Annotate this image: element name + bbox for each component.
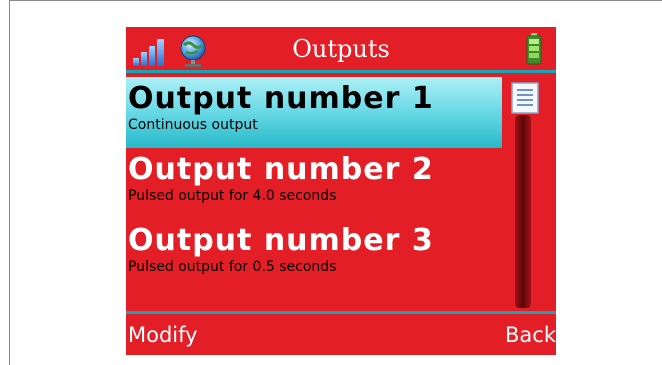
scroll-thumb-icon[interactable]	[511, 82, 539, 114]
output-description: Pulsed output for 4.0 seconds	[128, 188, 337, 204]
outputs-list: Output number 1 Continuous output Output…	[126, 77, 502, 290]
back-softkey[interactable]: Back	[505, 323, 556, 347]
list-item-output-1[interactable]: Output number 1 Continuous output	[126, 77, 502, 148]
header-bar: Outputs	[126, 27, 556, 70]
frame-border-top	[9, 0, 662, 1]
output-name: Output number 3	[128, 223, 434, 258]
page-title: Outputs	[292, 35, 390, 63]
scrollbar-track[interactable]	[515, 115, 531, 308]
output-name: Output number 1	[128, 81, 434, 116]
output-description: Continuous output	[128, 117, 258, 133]
header-divider	[126, 70, 556, 73]
list-item-output-3[interactable]: Output number 3 Pulsed output for 0.5 se…	[126, 219, 502, 290]
device-screen: Outputs Output number 1 Continuous outpu…	[126, 27, 556, 355]
frame-border-left	[9, 0, 10, 365]
list-item-output-2[interactable]: Output number 2 Pulsed output for 4.0 se…	[126, 148, 502, 219]
output-name: Output number 2	[128, 152, 434, 187]
output-description: Pulsed output for 0.5 seconds	[128, 259, 337, 275]
footer-divider	[126, 311, 556, 314]
battery-icon	[526, 33, 542, 65]
modify-softkey[interactable]: Modify	[128, 323, 198, 347]
